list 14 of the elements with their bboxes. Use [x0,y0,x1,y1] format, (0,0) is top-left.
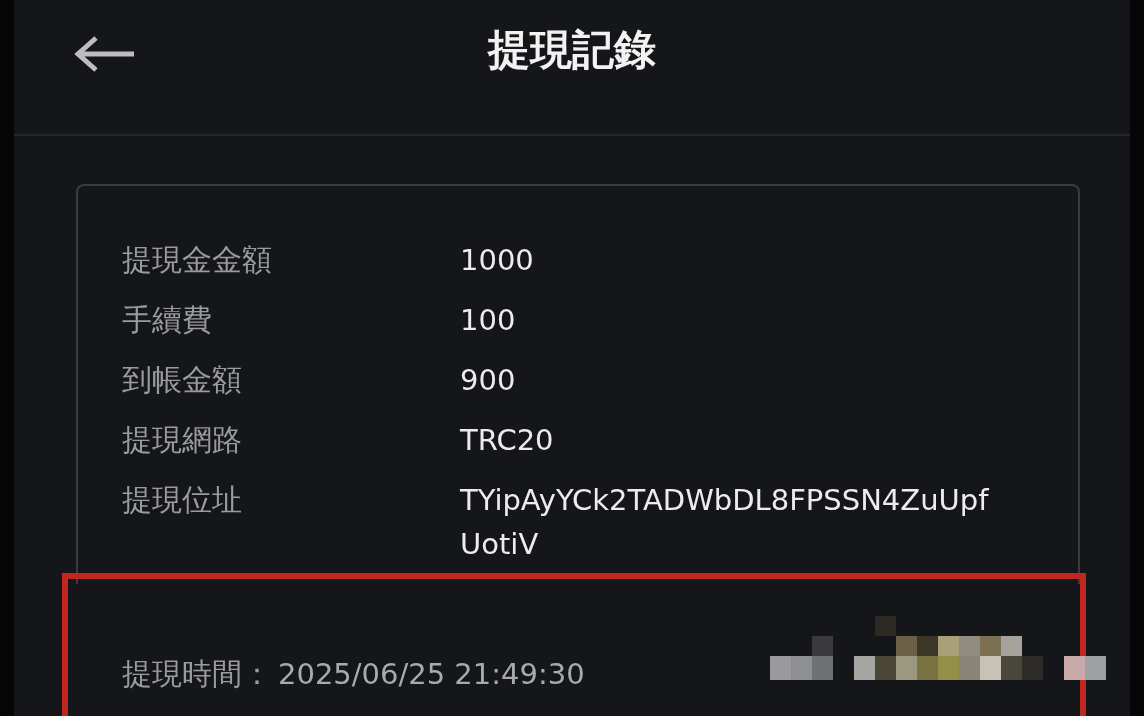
field-label: 到帳金額 [122,361,243,399]
field-value: 900 [460,362,517,399]
field-value: TYipAyYCk2TADWbDL8FPSSN4ZuUpf [460,482,990,519]
field-label: 提現網路 [122,421,243,459]
page-title: 提現記錄 [488,24,656,76]
field-value: TRC20 [460,422,555,459]
field-label: 提現金金額 [122,241,273,279]
field-value: 1000 [460,242,535,279]
field-label: 提現時間： [122,655,272,693]
field-label: 手續費 [122,301,213,339]
field-value: 2025/06/25 21:49:30 [278,656,585,693]
field-value: 100 [460,302,517,339]
field-value: UotiV [460,526,540,563]
field-label: 提現位址 [122,481,243,519]
